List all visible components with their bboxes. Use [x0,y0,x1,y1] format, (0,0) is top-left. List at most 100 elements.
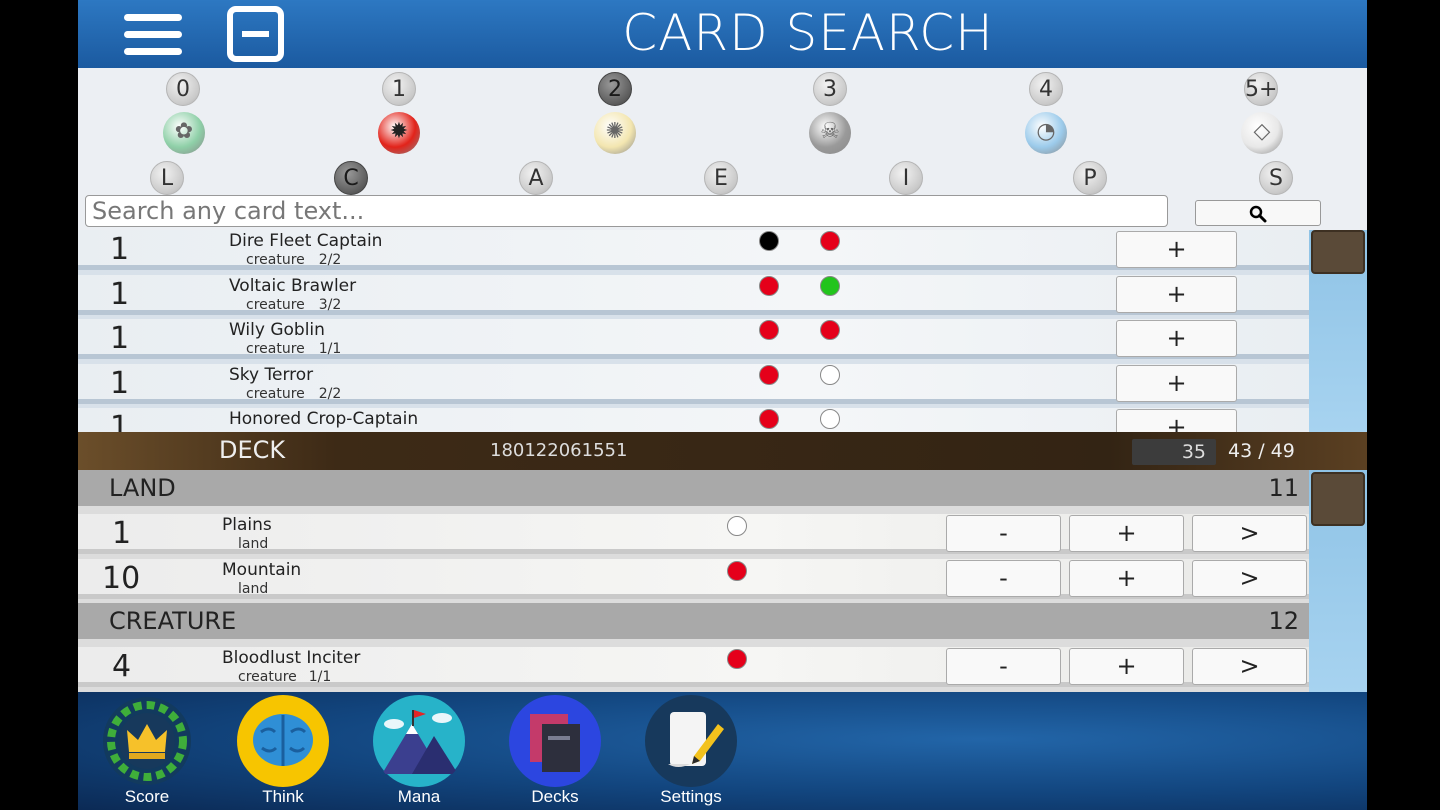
cost-filter-2[interactable]: 2 [598,72,632,106]
result-name: Wily Goblin [229,320,325,341]
result-row[interactable]: 1 Wily Goblin creature 1/1 + [78,319,1309,360]
nav-settings[interactable]: Settings [636,692,746,810]
result-stats: 2/2 [318,385,342,402]
result-qty: 1 [110,410,130,432]
cost-filter-1[interactable]: 1 [382,72,416,106]
nav-score[interactable]: Score [92,692,202,810]
add-card-button[interactable]: + [1116,231,1237,268]
remove-card-button[interactable]: - [946,559,1061,597]
deck-row-type: land [238,536,269,552]
deck-count: 35 [1132,439,1216,465]
letter-filter-i[interactable]: I [889,161,923,195]
move-card-button[interactable]: > [1192,559,1307,597]
result-stats: 1/1 [318,341,342,358]
add-card-button[interactable]: + [1116,275,1237,313]
result-row[interactable]: 1 Dire Fleet Captain creature 2/2 + [78,230,1309,270]
header-bar: CARD SEARCH [78,0,1367,68]
deck-row[interactable]: 10 Mountain land - + > [78,558,1309,599]
pen-paper-icon [645,695,737,787]
add-card-button[interactable]: + [1069,515,1184,552]
nav-label-decks: Decks [531,787,579,806]
letter-filter-s[interactable]: S [1259,161,1293,195]
add-card-button[interactable]: + [1116,409,1237,432]
deck-row-meta: creature 1/1 [238,669,331,685]
cost-filter-5[interactable]: 5+ [1244,72,1278,106]
mana-dot [759,409,779,430]
deck-row-qty: 10 [102,560,141,596]
color-filter-red-icon[interactable]: ✹ [378,112,420,154]
filter-panel: 0 1 2 3 4 5+ ✿ ✹ ✺ ☠ ◔ ◇ L C A E I P S [78,68,1367,230]
add-card-button[interactable]: + [1116,364,1237,402]
section-count: 11 [1268,474,1299,502]
mana-dot [820,409,840,430]
deck-scrollbar[interactable] [1309,470,1367,692]
result-meta: creature 1/1 [246,341,341,357]
result-row[interactable]: 1 Voltaic Brawler creature 3/2 + [78,274,1309,315]
cost-filter-4[interactable]: 4 [1029,72,1063,106]
letter-filter-p[interactable]: P [1073,161,1107,195]
remove-card-button[interactable]: - [946,648,1061,686]
color-filter-green-icon[interactable]: ✿ [163,112,205,154]
add-card-button[interactable]: + [1116,320,1237,358]
search-button[interactable] [1195,200,1321,226]
brain-icon [237,695,329,787]
search-results-list: 1 Dire Fleet Captain creature 2/2 +1 Voltaic … [78,230,1367,432]
deck-row-qty: 4 [112,649,132,685]
letter-filter-l[interactable]: L [150,161,184,195]
deck-row[interactable]: 1 Plains land - + > [78,514,1309,554]
color-filter-black-icon[interactable]: ☠ [809,112,851,154]
mana-dot [820,364,840,385]
mana-dot [727,516,747,536]
result-qty: 1 [110,321,130,357]
add-card-button[interactable]: + [1069,648,1184,686]
color-filter-white-icon[interactable]: ✺ [594,112,636,154]
result-name: Honored Crop-Captain [229,409,419,430]
result-name: Sky Terror [229,364,314,385]
letter-filter-e[interactable]: E [704,161,738,195]
result-meta: creature 2/2 [246,252,341,268]
deck-row-qty: 1 [112,516,132,551]
result-type: creature [246,341,305,358]
color-filter-colorless-icon[interactable]: ◇ [1241,112,1283,154]
deck-total: 43 / 49 [1228,440,1295,462]
deck-row-meta: land [238,581,280,597]
nav-decks[interactable]: Decks [500,692,610,810]
nav-label-score: Score [124,787,170,806]
move-card-button[interactable]: > [1192,648,1307,686]
results-scrollbar[interactable] [1309,230,1367,432]
search-input[interactable] [85,195,1168,227]
search-icon [1249,205,1267,222]
deck-row[interactable]: 4 Bloodlust Inciter creature 1/1 - + > [78,647,1309,688]
remove-card-button[interactable]: - [946,515,1061,552]
deck-scroll-thumb[interactable] [1311,472,1365,526]
result-stats: 3/2 [318,296,342,313]
result-row[interactable]: 1 Sky Terror creature 2/2 + [78,363,1309,404]
mana-dot [820,231,840,251]
cost-filter-0[interactable]: 0 [166,72,200,106]
nav-think[interactable]: Think [228,692,338,810]
section-title: CREATURE [109,607,237,636]
letter-filter-a[interactable]: A [519,161,553,195]
results-scroll-thumb[interactable] [1311,230,1365,274]
color-filter-blue-icon[interactable]: ◔ [1025,112,1067,154]
books-icon [509,695,601,787]
collapse-icon[interactable] [227,6,284,62]
deck-row-type: creature [238,669,297,686]
mana-dot [759,275,779,296]
result-row[interactable]: 1 Honored Crop-Captain + [78,408,1309,432]
nav-label-think: Think [262,787,304,806]
move-card-button[interactable]: > [1192,515,1307,552]
mana-dot [820,275,840,296]
letter-filter-c[interactable]: C [334,161,368,195]
menu-icon[interactable] [124,14,182,56]
add-card-button[interactable]: + [1069,559,1184,597]
deck-row-type: land [238,580,269,597]
section-title: LAND [109,474,176,502]
result-meta: creature 3/2 [246,297,341,313]
mana-dot [759,320,779,341]
crown-icon [103,697,191,785]
deck-label: DECK [219,436,286,464]
nav-mana[interactable]: Mana [364,692,474,810]
app-frame: CARD SEARCH 012345+✿✹✺☠◔◇LCAEIPS 1Dire F… [78,0,1367,810]
cost-filter-3[interactable]: 3 [813,72,847,106]
